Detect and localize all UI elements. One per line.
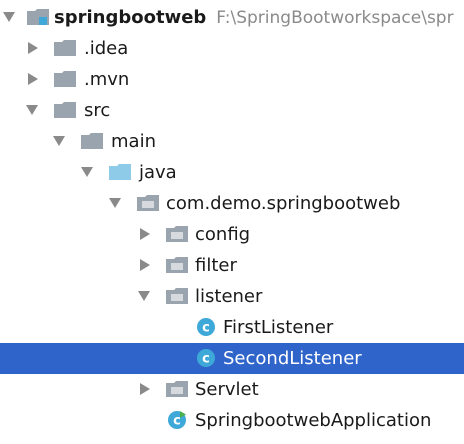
tree-row-config[interactable]: config — [0, 219, 464, 250]
package-icon — [137, 195, 159, 211]
project-tree: springbootweb F:\SpringBootworkspace\spr … — [0, 0, 464, 444]
tree-label-config: config — [195, 224, 251, 245]
expand-arrow-icon[interactable] — [81, 167, 93, 177]
tree-row-application[interactable]: c SpringbootwebApplication — [0, 405, 464, 436]
tree-row-filter[interactable]: filter — [0, 250, 464, 281]
svg-text:c: c — [202, 352, 210, 367]
module-folder-icon — [27, 9, 49, 25]
folder-icon — [54, 71, 76, 87]
expand-arrow-icon[interactable] — [3, 12, 15, 22]
tree-label-mvn: .mvn — [84, 69, 130, 90]
tree-row-package[interactable]: com.demo.springbootweb — [0, 188, 464, 219]
tree-row-src[interactable]: src — [0, 95, 464, 126]
class-icon: c — [196, 348, 216, 368]
source-folder-icon — [109, 164, 131, 180]
tree-label-second-listener: SecondListener — [223, 348, 362, 369]
class-icon: c — [196, 317, 216, 337]
package-icon — [166, 288, 188, 304]
tree-label-java: java — [139, 162, 177, 183]
expand-arrow-icon[interactable] — [109, 198, 121, 208]
collapse-arrow-icon[interactable] — [140, 228, 150, 240]
tree-label-first-listener: FirstListener — [223, 317, 334, 338]
tree-label-package: com.demo.springbootweb — [166, 193, 401, 214]
project-name: springbootweb F:\SpringBootworkspace\spr — [54, 7, 454, 28]
tree-label-main: main — [111, 131, 156, 152]
svg-text:c: c — [202, 321, 210, 336]
folder-icon — [54, 40, 76, 56]
tree-row-second-listener[interactable]: c SecondListener — [0, 343, 464, 374]
tree-row-project-root[interactable]: springbootweb F:\SpringBootworkspace\spr — [0, 2, 464, 33]
tree-row-servlet[interactable]: Servlet — [0, 374, 464, 405]
package-icon — [166, 226, 188, 242]
tree-label-filter: filter — [195, 255, 237, 276]
expand-arrow-icon[interactable] — [26, 105, 38, 115]
collapse-arrow-icon[interactable] — [140, 259, 150, 271]
tree-row-listener[interactable]: listener — [0, 281, 464, 312]
tree-label-servlet: Servlet — [195, 379, 259, 400]
tree-row-java[interactable]: java — [0, 157, 464, 188]
collapse-arrow-icon[interactable] — [140, 383, 150, 395]
tree-label-listener: listener — [195, 286, 263, 307]
folder-icon — [81, 133, 103, 149]
folder-icon — [54, 102, 76, 118]
project-path: F:\SpringBootworkspace\spr — [216, 8, 454, 28]
tree-row-mvn[interactable]: .mvn — [0, 64, 464, 95]
tree-label-src: src — [84, 100, 111, 121]
package-icon — [166, 257, 188, 273]
application-class-icon: c — [167, 410, 187, 430]
tree-row-first-listener[interactable]: c FirstListener — [0, 312, 464, 343]
tree-label-application: SpringbootwebApplication — [195, 410, 432, 431]
expand-arrow-icon[interactable] — [138, 291, 150, 301]
collapse-arrow-icon[interactable] — [28, 42, 38, 54]
expand-arrow-icon[interactable] — [53, 136, 65, 146]
package-icon — [166, 381, 188, 397]
collapse-arrow-icon[interactable] — [28, 73, 38, 85]
tree-row-main[interactable]: main — [0, 126, 464, 157]
svg-text:c: c — [173, 414, 181, 429]
tree-label-idea: .idea — [84, 38, 129, 59]
tree-row-idea[interactable]: .idea — [0, 33, 464, 64]
